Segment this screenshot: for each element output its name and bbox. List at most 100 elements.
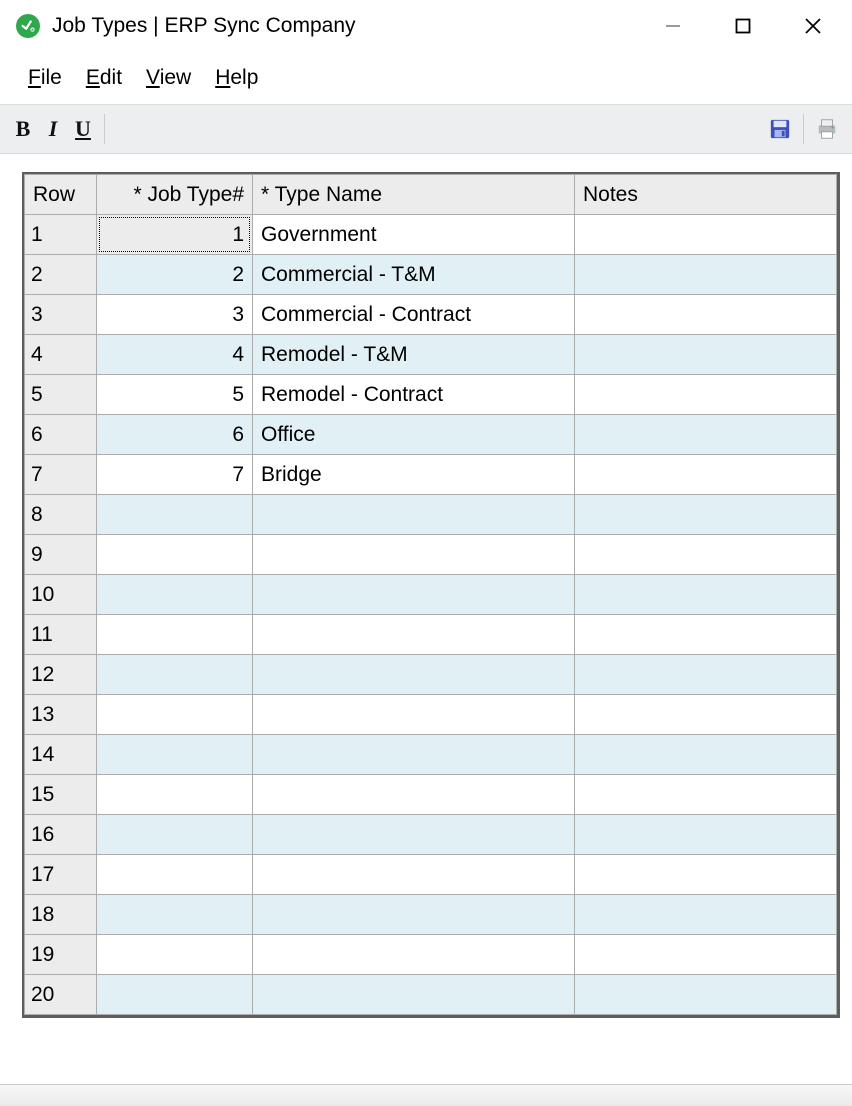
row-header-cell[interactable]: 4 [25, 335, 97, 375]
notes-cell[interactable] [575, 815, 837, 855]
typename-cell[interactable] [253, 775, 575, 815]
table-row[interactable]: 66Office [25, 415, 837, 455]
typename-cell[interactable] [253, 735, 575, 775]
notes-cell[interactable] [575, 855, 837, 895]
typename-cell[interactable]: Office [253, 415, 575, 455]
table-row[interactable]: 20 [25, 975, 837, 1015]
row-header-cell[interactable]: 9 [25, 535, 97, 575]
notes-cell[interactable] [575, 295, 837, 335]
table-row[interactable]: 33Commercial - Contract [25, 295, 837, 335]
notes-cell[interactable] [575, 935, 837, 975]
jobtype-cell[interactable] [97, 855, 253, 895]
typename-cell[interactable] [253, 495, 575, 535]
row-header-cell[interactable]: 13 [25, 695, 97, 735]
save-button[interactable] [767, 116, 793, 142]
jobtype-cell[interactable]: 4 [97, 335, 253, 375]
typename-cell[interactable] [253, 655, 575, 695]
jobtype-cell[interactable] [97, 975, 253, 1015]
notes-cell[interactable] [575, 655, 837, 695]
jobtype-cell[interactable]: 6 [97, 415, 253, 455]
typename-cell[interactable]: Commercial - Contract [253, 295, 575, 335]
notes-cell[interactable] [575, 895, 837, 935]
jobtype-cell[interactable] [97, 815, 253, 855]
row-header-cell[interactable]: 16 [25, 815, 97, 855]
typename-cell[interactable] [253, 935, 575, 975]
typename-cell[interactable]: Remodel - T&M [253, 335, 575, 375]
typename-cell[interactable] [253, 975, 575, 1015]
row-header-cell[interactable]: 19 [25, 935, 97, 975]
row-header-cell[interactable]: 1 [25, 215, 97, 255]
jobtype-cell[interactable] [97, 615, 253, 655]
col-header-typename[interactable]: * Type Name [253, 175, 575, 215]
notes-cell[interactable] [575, 695, 837, 735]
table-row[interactable]: 55Remodel - Contract [25, 375, 837, 415]
minimize-button[interactable] [638, 4, 708, 48]
typename-cell[interactable] [253, 895, 575, 935]
table-row[interactable]: 22Commercial - T&M [25, 255, 837, 295]
typename-cell[interactable]: Bridge [253, 455, 575, 495]
jobtype-cell[interactable]: 2 [97, 255, 253, 295]
notes-cell[interactable] [575, 615, 837, 655]
table-row[interactable]: 19 [25, 935, 837, 975]
notes-cell[interactable] [575, 415, 837, 455]
row-header-cell[interactable]: 17 [25, 855, 97, 895]
menu-edit[interactable]: Edit [86, 66, 122, 90]
typename-cell[interactable]: Commercial - T&M [253, 255, 575, 295]
typename-cell[interactable] [253, 815, 575, 855]
data-grid[interactable]: Row * Job Type# * Type Name Notes 11Gove… [22, 172, 840, 1018]
row-header-cell[interactable]: 6 [25, 415, 97, 455]
table-row[interactable]: 17 [25, 855, 837, 895]
row-header-cell[interactable]: 7 [25, 455, 97, 495]
col-header-notes[interactable]: Notes [575, 175, 837, 215]
table-row[interactable]: 12 [25, 655, 837, 695]
typename-cell[interactable] [253, 695, 575, 735]
jobtype-cell[interactable] [97, 895, 253, 935]
row-header-cell[interactable]: 3 [25, 295, 97, 335]
col-header-row[interactable]: Row [25, 175, 97, 215]
notes-cell[interactable] [575, 975, 837, 1015]
jobtype-cell[interactable] [97, 575, 253, 615]
underline-button[interactable]: U [68, 114, 98, 144]
jobtype-cell[interactable] [97, 735, 253, 775]
bold-button[interactable]: B [8, 114, 38, 144]
jobtype-cell[interactable] [97, 535, 253, 575]
table-row[interactable]: 8 [25, 495, 837, 535]
row-header-cell[interactable]: 2 [25, 255, 97, 295]
typename-cell[interactable] [253, 855, 575, 895]
jobtype-cell[interactable]: 5 [97, 375, 253, 415]
table-row[interactable]: 13 [25, 695, 837, 735]
table-row[interactable]: 11Government [25, 215, 837, 255]
col-header-jobtype[interactable]: * Job Type# [97, 175, 253, 215]
table-row[interactable]: 10 [25, 575, 837, 615]
jobtype-cell[interactable] [97, 775, 253, 815]
typename-cell[interactable]: Government [253, 215, 575, 255]
jobtype-cell[interactable]: 1 [97, 215, 253, 255]
row-header-cell[interactable]: 12 [25, 655, 97, 695]
table-row[interactable]: 11 [25, 615, 837, 655]
jobtype-cell[interactable] [97, 935, 253, 975]
notes-cell[interactable] [575, 335, 837, 375]
notes-cell[interactable] [575, 215, 837, 255]
jobtype-cell[interactable]: 7 [97, 455, 253, 495]
italic-button[interactable]: I [38, 114, 68, 144]
row-header-cell[interactable]: 20 [25, 975, 97, 1015]
notes-cell[interactable] [575, 255, 837, 295]
row-header-cell[interactable]: 18 [25, 895, 97, 935]
table-row[interactable]: 14 [25, 735, 837, 775]
notes-cell[interactable] [575, 495, 837, 535]
table-row[interactable]: 18 [25, 895, 837, 935]
menu-help[interactable]: Help [215, 66, 258, 90]
notes-cell[interactable] [575, 375, 837, 415]
row-header-cell[interactable]: 8 [25, 495, 97, 535]
jobtype-cell[interactable] [97, 495, 253, 535]
table-row[interactable]: 16 [25, 815, 837, 855]
typename-cell[interactable] [253, 575, 575, 615]
menu-file[interactable]: File [28, 66, 62, 90]
jobtype-cell[interactable] [97, 695, 253, 735]
notes-cell[interactable] [575, 575, 837, 615]
row-header-cell[interactable]: 15 [25, 775, 97, 815]
typename-cell[interactable] [253, 535, 575, 575]
row-header-cell[interactable]: 10 [25, 575, 97, 615]
table-row[interactable]: 77Bridge [25, 455, 837, 495]
notes-cell[interactable] [575, 535, 837, 575]
